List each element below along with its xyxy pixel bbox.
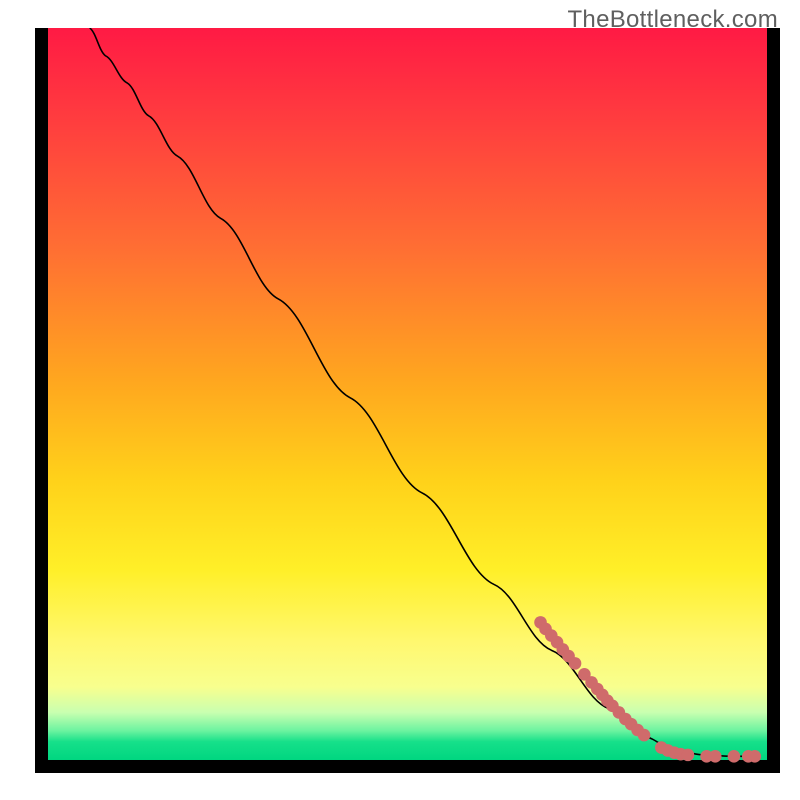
data-marker [748, 750, 761, 763]
data-marker [638, 729, 651, 742]
plot-frame [35, 28, 780, 773]
data-marker [709, 750, 722, 763]
data-marker [728, 750, 741, 763]
data-marker [569, 657, 582, 670]
gradient-background [48, 28, 767, 760]
chart-svg [35, 28, 780, 773]
watermark-label: TheBottleneck.com [567, 6, 778, 34]
data-marker [682, 749, 695, 762]
chart-container: TheBottleneck.com [0, 0, 800, 800]
